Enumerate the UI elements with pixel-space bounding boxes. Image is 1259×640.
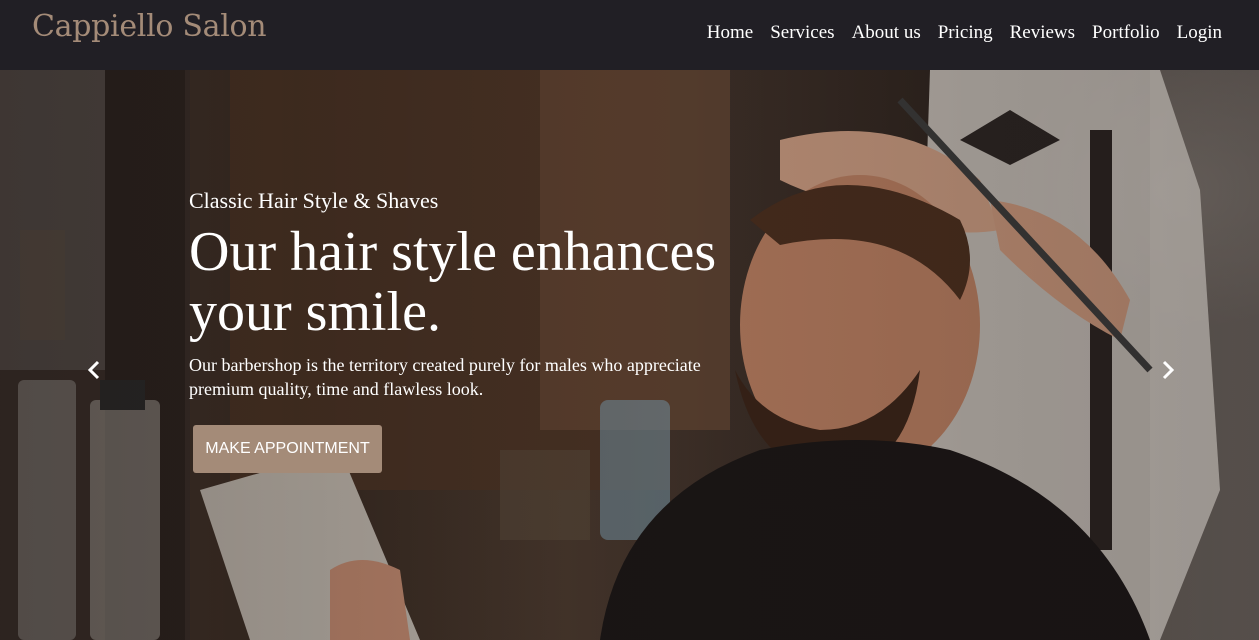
chevron-right-icon <box>1162 360 1175 380</box>
nav-link-pricing[interactable]: Pricing <box>938 22 993 44</box>
nav-link-home[interactable]: Home <box>707 22 753 44</box>
nav-link-about-us[interactable]: About us <box>852 22 921 44</box>
chevron-left-icon <box>87 360 100 380</box>
main-nav: Home Services About us Pricing Reviews P… <box>707 22 1222 44</box>
hero-kicker: Classic Hair Style & Shaves <box>189 188 439 213</box>
nav-link-services[interactable]: Services <box>770 22 834 44</box>
make-appointment-button[interactable]: MAKE APPOINTMENT <box>193 425 382 473</box>
hero-headline: Our hair style enhances your smile. <box>189 221 717 343</box>
nav-link-portfolio[interactable]: Portfolio <box>1092 22 1160 44</box>
carousel-next-button[interactable] <box>1155 358 1179 382</box>
top-navbar: Cappiello Salon Home Services About us P… <box>0 0 1259 70</box>
hero-carousel: Classic Hair Style & Shaves Our hair sty… <box>0 70 1259 640</box>
carousel-prev-button[interactable] <box>83 358 107 382</box>
nav-link-reviews[interactable]: Reviews <box>1010 22 1075 44</box>
hero-description: Our barbershop is the territory created … <box>189 355 701 399</box>
brand-logo[interactable]: Cappiello Salon <box>32 9 267 44</box>
nav-link-login[interactable]: Login <box>1177 22 1222 44</box>
